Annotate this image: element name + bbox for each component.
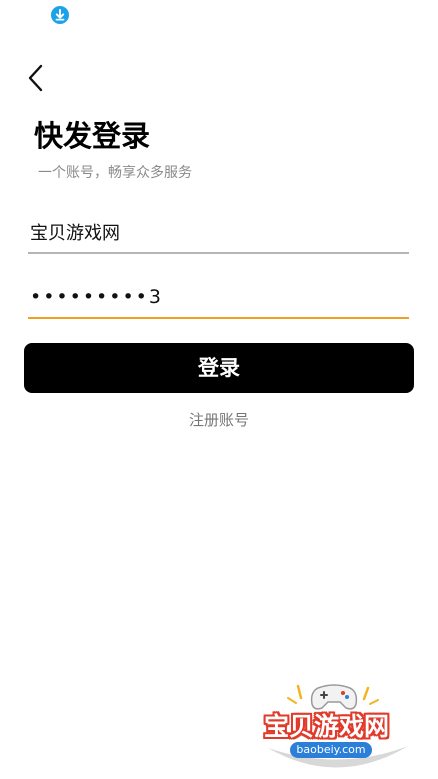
watermark-site-name: 宝贝游戏网 xyxy=(264,712,390,741)
download-icon xyxy=(51,6,69,24)
watermark-url: baobeiy.com xyxy=(290,742,372,758)
password-field-container xyxy=(28,277,409,319)
login-button[interactable]: 登录 xyxy=(24,343,414,393)
page-subtitle: 一个账号，畅享众多服务 xyxy=(38,165,192,181)
password-input[interactable] xyxy=(28,277,409,317)
status-bar xyxy=(0,0,438,34)
back-button[interactable] xyxy=(20,58,54,96)
username-input[interactable] xyxy=(28,212,409,252)
register-account-link[interactable]: 注册账号 xyxy=(0,408,438,432)
username-field-container xyxy=(28,212,409,254)
page-title: 快发登录 xyxy=(34,119,151,153)
gamepad-icon xyxy=(310,682,358,716)
site-watermark: 宝贝游戏网 baobeiy.com xyxy=(258,676,418,776)
